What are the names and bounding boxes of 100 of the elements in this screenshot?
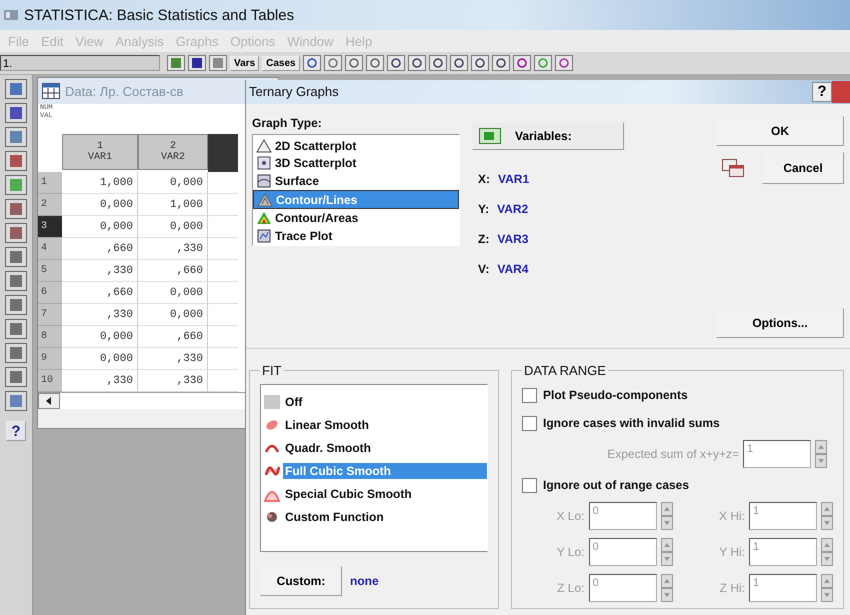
toolbar-icon[interactable]	[188, 55, 206, 71]
toolbar-icon[interactable]	[386, 55, 405, 71]
table-cell: ,330	[62, 260, 138, 282]
checkbox[interactable]	[522, 388, 537, 402]
list-item[interactable]: 2D Scatterplot	[253, 136, 459, 154]
variable-name: VAR1	[498, 172, 530, 186]
help-button[interactable]: ?	[6, 421, 26, 441]
list-item-icon	[256, 228, 272, 244]
spreadsheet-icon	[42, 83, 60, 99]
field-label: X Lo:	[556, 509, 584, 523]
list-item-icon	[257, 192, 273, 208]
toolbar-icon[interactable]	[5, 223, 27, 243]
table-cell: 0,000	[62, 348, 138, 370]
row-header[interactable]: 7	[38, 304, 62, 326]
toolbar-icon[interactable]	[450, 55, 468, 71]
row-header[interactable]: 3	[38, 216, 62, 238]
table-cell: 0,000	[138, 304, 208, 326]
graph-type-label: Graph Type:	[252, 116, 323, 130]
toolbar-icon[interactable]	[512, 55, 531, 71]
row-header[interactable]: 5	[38, 260, 62, 282]
toolbar-button[interactable]: Vars	[230, 56, 260, 70]
list-item[interactable]: Quadr. Smooth	[261, 437, 487, 458]
toolbar-icon[interactable]	[366, 55, 384, 71]
table-cell: 1,000	[138, 194, 208, 216]
spin-button[interactable]	[660, 574, 672, 602]
custom-button[interactable]: Custom:	[260, 566, 342, 596]
toolbar-icon[interactable]	[5, 343, 27, 363]
checkbox[interactable]	[522, 416, 537, 430]
checkbox[interactable]	[522, 478, 537, 492]
toolbar-icon[interactable]	[344, 55, 363, 71]
table-cell: 0,000	[138, 172, 208, 194]
list-item[interactable]: 3D Scatterplot	[253, 154, 459, 172]
help-button[interactable]: ?	[812, 82, 832, 102]
toolbar-icon[interactable]	[302, 55, 321, 71]
ok-button[interactable]: OK	[716, 116, 844, 146]
toolbar-icon[interactable]	[5, 319, 27, 339]
list-item[interactable]: Custom Function	[261, 506, 487, 527]
list-item[interactable]: Surface	[253, 172, 459, 190]
toolbar-icon[interactable]	[5, 199, 27, 219]
column-header[interactable]: 1 VAR1	[62, 134, 138, 170]
axis-label: X:	[478, 172, 490, 186]
list-item[interactable]: Off	[261, 391, 487, 412]
toolbar-icon[interactable]	[5, 391, 27, 411]
list-item[interactable]: Contour/Lines	[253, 190, 459, 210]
variable-name: VAR4	[497, 262, 528, 276]
toolbar-icon[interactable]	[5, 127, 27, 147]
row-header[interactable]: 4	[38, 238, 62, 260]
column-header[interactable]: 2 VAR2	[138, 134, 208, 170]
list-item-icon	[256, 155, 272, 172]
toolbar-icon[interactable]	[5, 247, 27, 267]
list-item-icon	[256, 210, 272, 226]
list-item[interactable]: Linear Smooth	[261, 414, 487, 435]
field-label: X Hi:	[718, 509, 745, 523]
list-item-icon	[256, 172, 272, 189]
scroll-left-button[interactable]	[38, 393, 60, 409]
options-button[interactable]: Options...	[716, 308, 844, 338]
case-field[interactable]: 1.	[0, 55, 160, 71]
table-cell: 0,000	[62, 216, 138, 238]
row-header[interactable]: 6	[38, 282, 62, 304]
field-label: Z Lo:	[557, 581, 584, 595]
toolbar-icon[interactable]	[5, 367, 27, 387]
variables-button[interactable]: Variables:	[472, 122, 624, 150]
toolbar-icon[interactable]	[5, 103, 27, 123]
row-header[interactable]: 10	[38, 370, 62, 392]
dialog-title: Ternary Graphs	[249, 84, 339, 100]
toolbar-icon[interactable]	[5, 151, 27, 171]
row-header[interactable]: 2	[38, 194, 62, 216]
app-icon	[4, 9, 18, 21]
toolbar-icon[interactable]	[554, 55, 573, 71]
row-header[interactable]: 1	[38, 172, 62, 194]
table-cell: ,660	[62, 238, 138, 260]
checkbox-label: Ignore cases with invalid sums	[543, 416, 720, 430]
table-cell: ,330	[138, 238, 208, 260]
toolbar-icon[interactable]	[5, 271, 27, 291]
cancel-button[interactable]: Cancel	[762, 152, 844, 184]
table-cell: ,660	[138, 326, 208, 348]
axis-label: Y:	[478, 202, 490, 216]
table-cell: ,330	[138, 348, 208, 370]
toolbar-icon[interactable]	[492, 55, 510, 71]
toolbar-icon[interactable]	[5, 295, 27, 315]
spin-button[interactable]	[660, 502, 672, 530]
toolbar-icon[interactable]	[428, 55, 447, 71]
toolbar-button[interactable]: Cases	[262, 56, 300, 70]
group-title: DATA RANGE	[523, 363, 607, 378]
toolbar-icon[interactable]	[408, 55, 426, 71]
close-button[interactable]	[832, 80, 850, 103]
row-header[interactable]: 9	[38, 348, 62, 370]
toolbar-icon[interactable]	[470, 55, 489, 71]
table-cell: ,330	[138, 370, 208, 392]
spin-button[interactable]	[660, 538, 672, 566]
list-item[interactable]: Contour/Areas	[253, 209, 459, 228]
variable-name: VAR3	[497, 232, 528, 246]
row-header[interactable]: 8	[38, 326, 62, 348]
toolbar-icon[interactable]	[5, 79, 27, 99]
variables-icon	[479, 128, 501, 144]
table-cell: 1,000	[62, 172, 138, 194]
toolbar-icon[interactable]	[5, 175, 27, 195]
list-item[interactable]: Special Cubic Smooth	[261, 483, 487, 504]
list-item[interactable]: Trace Plot	[253, 227, 459, 245]
field-label: Expected sum of x+y+z=	[607, 447, 739, 461]
